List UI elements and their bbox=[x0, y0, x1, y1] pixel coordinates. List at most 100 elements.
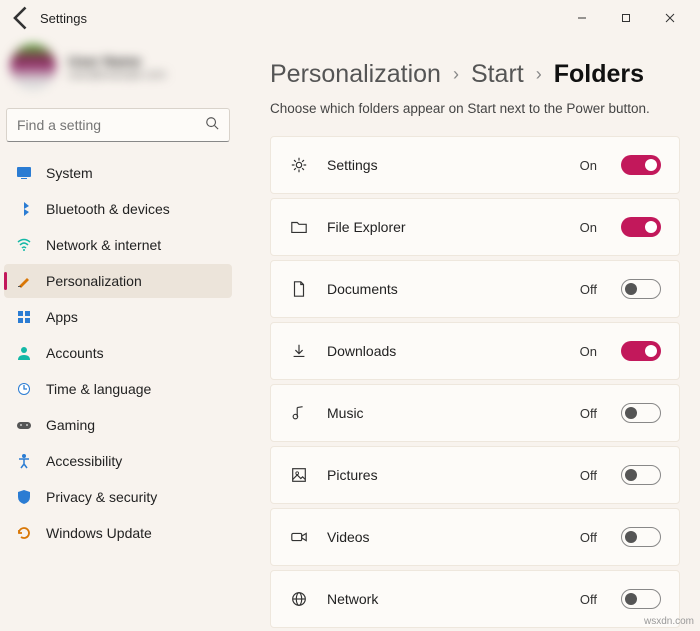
profile-name: User Name bbox=[68, 53, 166, 69]
sidebar-item-label: Windows Update bbox=[46, 525, 152, 541]
window-title: Settings bbox=[40, 11, 87, 26]
page-subtitle: Choose which folders appear on Start nex… bbox=[270, 101, 680, 116]
folder-icon bbox=[289, 217, 309, 237]
chevron-right-icon: › bbox=[536, 64, 542, 85]
sidebar-item-label: Time & language bbox=[46, 381, 151, 397]
toggle-state-label: On bbox=[580, 220, 597, 235]
personalization-icon bbox=[16, 273, 32, 289]
folder-label: Documents bbox=[327, 281, 562, 297]
folder-label: Downloads bbox=[327, 343, 562, 359]
toggle-switch[interactable] bbox=[621, 589, 661, 609]
music-icon bbox=[289, 403, 309, 423]
folder-row-folder: File Explorer On bbox=[270, 198, 680, 256]
privacy-icon bbox=[16, 489, 32, 505]
search-input[interactable] bbox=[17, 117, 219, 133]
globe-icon bbox=[289, 589, 309, 609]
folder-row-document: Documents Off bbox=[270, 260, 680, 318]
title-bar: Settings bbox=[0, 0, 700, 36]
toggle-switch[interactable] bbox=[621, 527, 661, 547]
folder-label: Pictures bbox=[327, 467, 562, 483]
chevron-right-icon: › bbox=[453, 64, 459, 85]
toggle-state-label: On bbox=[580, 344, 597, 359]
back-button[interactable] bbox=[8, 4, 36, 32]
picture-icon bbox=[289, 465, 309, 485]
toggle-state-label: Off bbox=[580, 282, 597, 297]
sidebar-item-label: Gaming bbox=[46, 417, 95, 433]
toggle-switch[interactable] bbox=[621, 155, 661, 175]
sidebar-item-label: Accounts bbox=[46, 345, 104, 361]
search-icon bbox=[205, 116, 219, 135]
accessibility-icon bbox=[16, 453, 32, 469]
profile-block[interactable]: User Name user@example.com bbox=[0, 36, 236, 108]
sidebar-item-accounts[interactable]: Accounts bbox=[4, 336, 232, 370]
folder-list: Settings On File Explorer On Documents O… bbox=[270, 136, 680, 628]
network-icon bbox=[16, 237, 32, 253]
document-icon bbox=[289, 279, 309, 299]
time-icon bbox=[16, 381, 32, 397]
folder-label: File Explorer bbox=[327, 219, 562, 235]
gaming-icon bbox=[16, 417, 32, 433]
system-icon bbox=[16, 165, 32, 181]
sidebar-item-time[interactable]: Time & language bbox=[4, 372, 232, 406]
minimize-button[interactable] bbox=[560, 2, 604, 34]
sidebar-item-accessibility[interactable]: Accessibility bbox=[4, 444, 232, 478]
sidebar-item-gaming[interactable]: Gaming bbox=[4, 408, 232, 442]
apps-icon bbox=[16, 309, 32, 325]
sidebar-item-label: Network & internet bbox=[46, 237, 161, 253]
back-arrow-icon bbox=[8, 4, 36, 32]
toggle-switch[interactable] bbox=[621, 403, 661, 423]
watermark: wsxdn.com bbox=[644, 616, 694, 627]
folder-label: Music bbox=[327, 405, 562, 421]
folder-label: Videos bbox=[327, 529, 562, 545]
sidebar-item-privacy[interactable]: Privacy & security bbox=[4, 480, 232, 514]
close-button[interactable] bbox=[648, 2, 692, 34]
sidebar-item-system[interactable]: System bbox=[4, 156, 232, 190]
folder-row-picture: Pictures Off bbox=[270, 446, 680, 504]
folder-label: Network bbox=[327, 591, 562, 607]
avatar bbox=[10, 44, 56, 90]
folder-row-music: Music Off bbox=[270, 384, 680, 442]
sidebar-item-label: Apps bbox=[46, 309, 78, 325]
search-box[interactable] bbox=[6, 108, 230, 142]
toggle-state-label: Off bbox=[580, 592, 597, 607]
folder-row-download: Downloads On bbox=[270, 322, 680, 380]
breadcrumb-start[interactable]: Start bbox=[471, 60, 524, 89]
sidebar-item-label: Accessibility bbox=[46, 453, 122, 469]
toggle-state-label: Off bbox=[580, 530, 597, 545]
sidebar-nav: System Bluetooth & devices Network & inter… bbox=[0, 156, 236, 550]
toggle-switch[interactable] bbox=[621, 279, 661, 299]
sidebar-item-label: Bluetooth & devices bbox=[46, 201, 170, 217]
profile-email: user@example.com bbox=[68, 69, 166, 81]
toggle-state-label: Off bbox=[580, 406, 597, 421]
folder-row-gear: Settings On bbox=[270, 136, 680, 194]
folder-row-video: Videos Off bbox=[270, 508, 680, 566]
download-icon bbox=[289, 341, 309, 361]
gear-icon bbox=[289, 155, 309, 175]
sidebar-item-update[interactable]: Windows Update bbox=[4, 516, 232, 550]
toggle-switch[interactable] bbox=[621, 341, 661, 361]
sidebar-item-label: Personalization bbox=[46, 273, 142, 289]
breadcrumb-current: Folders bbox=[554, 60, 644, 89]
breadcrumb-personalization[interactable]: Personalization bbox=[270, 60, 441, 89]
breadcrumb: Personalization › Start › Folders bbox=[270, 60, 680, 89]
main-content: Personalization › Start › Folders Choose… bbox=[240, 36, 700, 631]
sidebar-item-network[interactable]: Network & internet bbox=[4, 228, 232, 262]
maximize-button[interactable] bbox=[604, 2, 648, 34]
sidebar-item-bluetooth[interactable]: Bluetooth & devices bbox=[4, 192, 232, 226]
folder-row-globe: Network Off bbox=[270, 570, 680, 628]
window-controls bbox=[560, 2, 692, 34]
video-icon bbox=[289, 527, 309, 547]
toggle-state-label: Off bbox=[580, 468, 597, 483]
toggle-switch[interactable] bbox=[621, 465, 661, 485]
sidebar-item-apps[interactable]: Apps bbox=[4, 300, 232, 334]
bluetooth-icon bbox=[16, 201, 32, 217]
sidebar-item-personalization[interactable]: Personalization bbox=[4, 264, 232, 298]
sidebar-item-label: System bbox=[46, 165, 93, 181]
sidebar: User Name user@example.com System Bluetoo… bbox=[0, 36, 240, 631]
toggle-switch[interactable] bbox=[621, 217, 661, 237]
sidebar-item-label: Privacy & security bbox=[46, 489, 157, 505]
folder-label: Settings bbox=[327, 157, 562, 173]
toggle-state-label: On bbox=[580, 158, 597, 173]
accounts-icon bbox=[16, 345, 32, 361]
update-icon bbox=[16, 525, 32, 541]
